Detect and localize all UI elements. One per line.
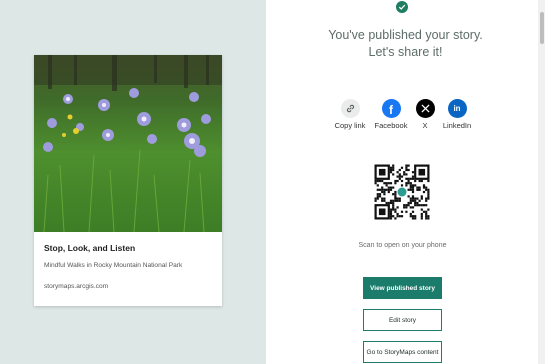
story-preview-pane: Stop, Look, and Listen Mindful Walks in …	[0, 0, 266, 364]
qr-code	[373, 153, 431, 231]
story-title: Stop, Look, and Listen	[44, 243, 136, 253]
link-icon	[340, 99, 360, 118]
share-label: LinkedIn	[442, 121, 472, 130]
story-subtitle: Mindful Walks in Rocky Mountain National…	[44, 262, 183, 269]
story-cover-image	[34, 55, 222, 232]
story-card[interactable]: Stop, Look, and Listen Mindful Walks in …	[34, 55, 222, 306]
qr-caption: Scan to open on your phone	[358, 242, 447, 249]
share-linkedin[interactable]: in LinkedIn	[427, 99, 487, 130]
scrollbar-thumb[interactable]	[540, 12, 544, 44]
linkedin-icon: in	[447, 99, 467, 118]
story-url: storymaps.arcgis.com	[44, 283, 109, 290]
go-to-storymaps-content-button[interactable]: Go to StoryMaps content	[363, 341, 442, 363]
published-headline: You've published your story.	[328, 28, 483, 42]
scrollbar-track[interactable]	[538, 0, 545, 364]
view-published-story-button[interactable]: View published story	[363, 277, 442, 299]
share-prompt: Let's share it!	[368, 45, 443, 59]
success-check-icon	[396, 1, 408, 13]
edit-story-button[interactable]: Edit story	[363, 309, 442, 331]
